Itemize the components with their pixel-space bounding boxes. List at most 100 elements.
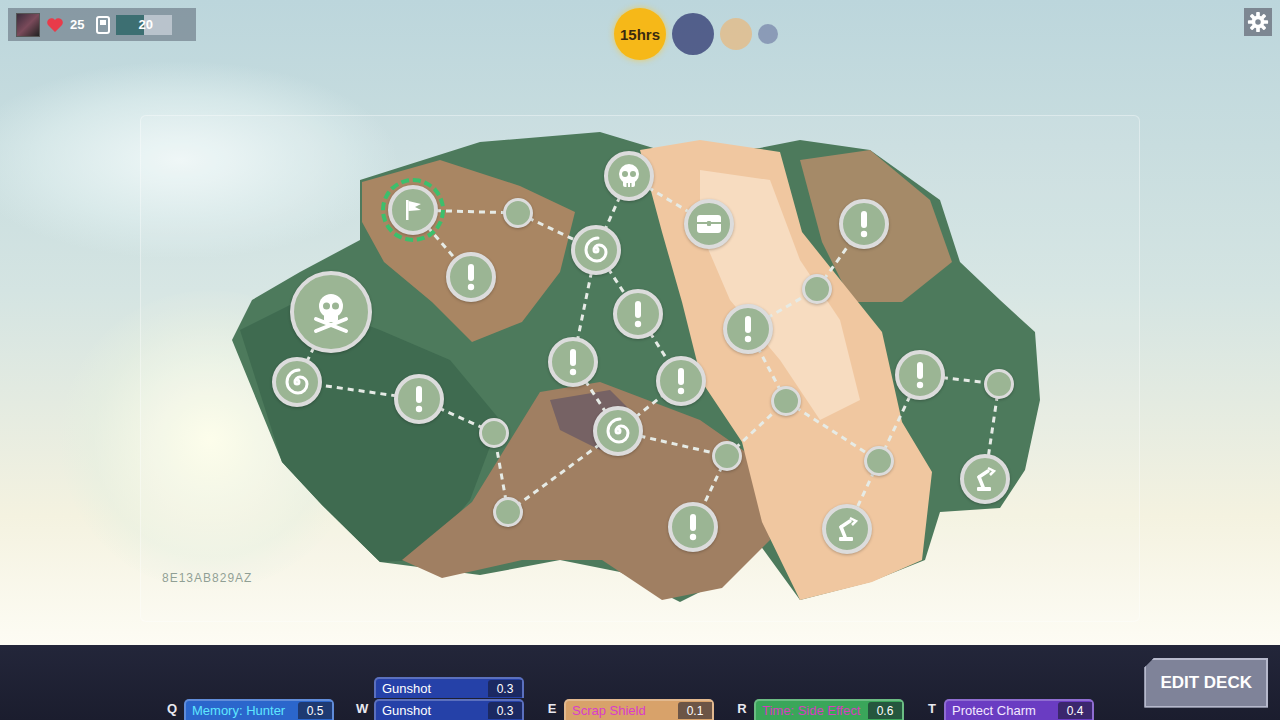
map-node[interactable] [771,386,801,416]
card-cost: 0.3 [488,680,522,697]
skill-slot: Q Memory: Hunter 0.5 [166,699,334,720]
time-phase [672,13,714,55]
alert-icon [675,367,687,395]
card-name: Scrap Shield [572,703,646,718]
deck-bar: 20 [116,15,172,35]
game-screen: 8E13AB829AZ 25 20 15hrs Q Memory: Hunter… [0,0,1280,720]
island-forest [232,132,1040,602]
path-link [786,401,879,461]
map-node[interactable] [604,151,654,201]
skill-list: Q Memory: Hunter 0.5W Gunshot 0.3Gunshot… [0,645,1094,720]
map-node[interactable] [394,374,444,424]
skill-slot: R Time: Side Effect 0.6 [736,699,904,720]
map-node[interactable] [864,446,894,476]
card-cost: 0.3 [488,702,522,719]
deck-icon [96,16,110,34]
card-name: Gunshot [382,703,431,718]
map-node[interactable] [571,225,621,275]
alert-icon [742,315,754,343]
map-seed: 8E13AB829AZ [162,571,252,585]
map-node[interactable] [503,198,533,228]
settings-button[interactable] [1244,8,1272,36]
highland-brown [362,160,575,342]
alert-icon [914,361,926,389]
heart-icon [46,17,64,33]
map-node[interactable] [548,337,598,387]
map-node[interactable] [593,406,643,456]
card-cost: 0.6 [868,702,902,719]
alert-icon [858,210,870,238]
map-node[interactable] [272,357,322,407]
card-stack: Gunshot 0.3Gunshot 0.3 [374,677,524,720]
card-stack: Protect Charm 0.4 [944,699,1094,720]
alert-icon [687,513,699,541]
map-node[interactable] [984,369,1014,399]
robot-arm-icon [971,465,999,493]
edit-deck-button[interactable]: EDIT DECK [1144,658,1268,708]
map-node[interactable] [839,199,889,249]
player-hud: 25 20 [8,8,196,41]
skill-card[interactable]: Memory: Hunter 0.5 [184,699,334,720]
alert-icon [567,348,579,376]
skill-card[interactable]: Scrap Shield 0.1 [564,699,714,720]
card-stack: Memory: Hunter 0.5 [184,699,334,720]
card-cost: 0.5 [298,702,332,719]
chest-icon [695,212,723,236]
map-node[interactable] [668,502,718,552]
deck-count: 20 [138,17,152,32]
skill-slot: T Protect Charm 0.4 [926,699,1094,720]
valley-brown [402,382,770,600]
alert-icon [632,300,644,328]
hotkey-label: Q [166,701,178,720]
vortex-icon [603,416,633,446]
card-name: Memory: Hunter [192,703,285,718]
skill-card[interactable]: Gunshot 0.3 [374,677,524,698]
map-stage: 8E13AB829AZ 25 20 15hrs [0,0,1280,645]
map-node[interactable] [290,271,372,353]
skull-icon [615,162,643,190]
desert-band [640,140,932,600]
skill-card[interactable]: Protect Charm 0.4 [944,699,1094,720]
card-cost: 0.1 [678,702,712,719]
vortex-icon [581,235,611,265]
hotkey-label: T [926,701,938,720]
map-node[interactable] [446,252,496,302]
map-node[interactable] [613,289,663,339]
map-node[interactable] [723,304,773,354]
map-node[interactable] [895,350,945,400]
card-name: Protect Charm [952,703,1036,718]
map-node[interactable] [960,454,1010,504]
skill-slot: E Scrap Shield 0.1 [546,699,714,720]
card-stack: Scrap Shield 0.1 [564,699,714,720]
vortex-icon [282,367,312,397]
player-avatar[interactable] [16,13,40,37]
health-value: 25 [70,17,84,32]
time-track: 15hrs [614,8,778,60]
map-node[interactable] [684,199,734,249]
skill-card[interactable]: Gunshot 0.3 [374,699,524,720]
time-phase [720,18,752,50]
skill-slot: W Gunshot 0.3Gunshot 0.3 [356,677,524,720]
skill-card[interactable]: Time: Side Effect 0.6 [754,699,904,720]
card-cost: 0.4 [1058,702,1092,719]
card-name: Gunshot [382,681,431,696]
map-node[interactable] [493,497,523,527]
alert-icon [465,263,477,291]
robot-arm-icon [833,515,861,543]
flag-icon [400,197,426,223]
time-phase: 15hrs [614,8,666,60]
card-name: Time: Side Effect [762,703,860,718]
map-node[interactable] [479,418,509,448]
hotkey-label: W [356,701,368,720]
time-label: 15hrs [620,26,660,43]
map-node[interactable] [712,441,742,471]
hotkey-label: E [546,701,558,720]
hotkey-label: R [736,701,748,720]
map-node[interactable] [822,504,872,554]
skill-bar: Q Memory: Hunter 0.5W Gunshot 0.3Gunshot… [0,645,1280,720]
card-stack: Time: Side Effect 0.6 [754,699,904,720]
map-node[interactable] [802,274,832,304]
time-phase [758,24,778,44]
map-node[interactable] [388,185,438,235]
map-node[interactable] [656,356,706,406]
